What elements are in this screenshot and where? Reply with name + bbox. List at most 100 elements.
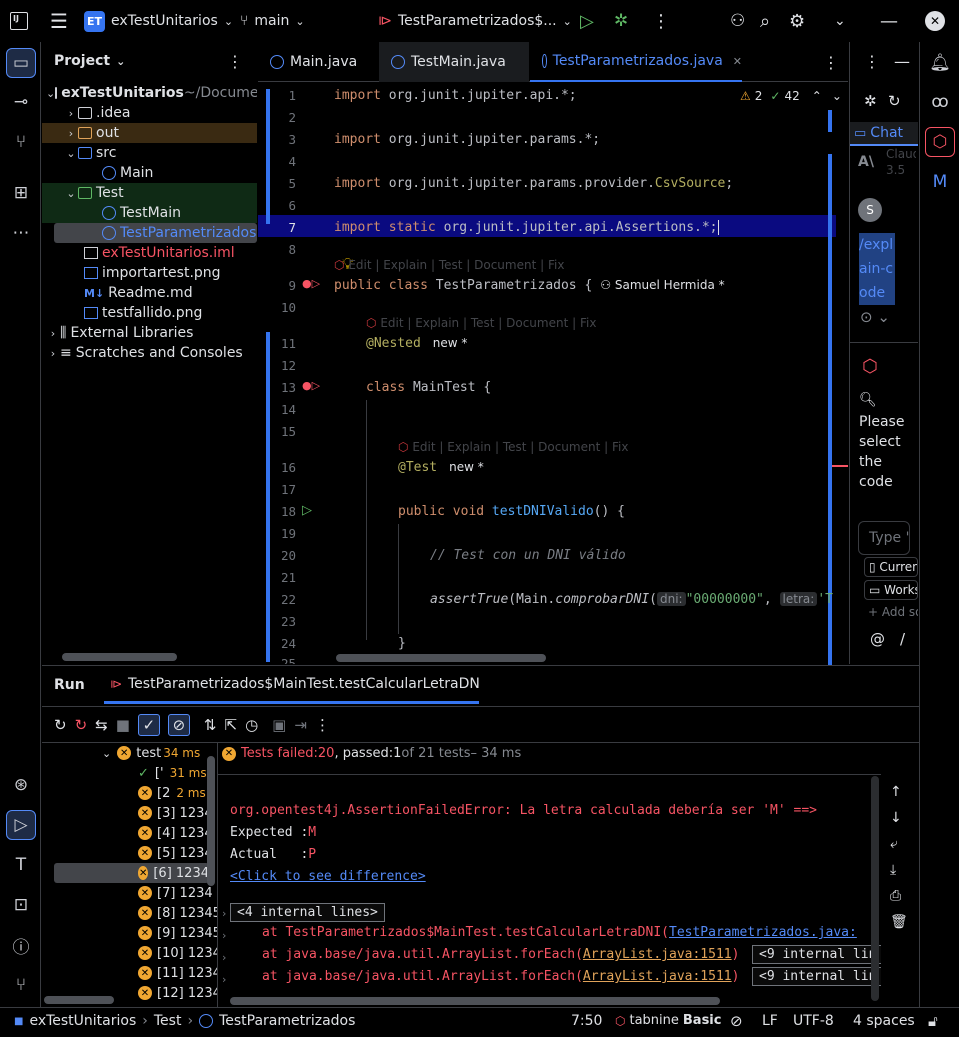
pull-requests-icon[interactable]: ⑂ [6, 127, 36, 157]
test-node[interactable]: ✓ [' 31 ms [138, 763, 207, 783]
trash-icon[interactable]: 🗑︎ [890, 914, 908, 930]
chat-input[interactable]: Type '/' [858, 521, 910, 555]
test-node[interactable]: ✕ [12] 1234 [138, 983, 217, 1003]
scroll-to-end-icon[interactable]: ⤓ [890, 862, 896, 878]
tree-item-readme[interactable]: M↓ Readme.md [42, 283, 257, 303]
bug-icon[interactable]: ✲ [864, 92, 877, 110]
horizontal-scrollbar[interactable] [44, 996, 114, 1004]
branch-selector[interactable]: ⑂ main ⌄ [240, 0, 305, 42]
test-node[interactable]: ✕ [3] 1234 [138, 803, 213, 823]
tree-item-importartest[interactable]: importartest.png [42, 263, 257, 283]
internal-lines-fold[interactable]: <9 internal lin [752, 967, 881, 986]
sort-icon[interactable]: ⇅ [204, 716, 217, 734]
print-icon[interactable]: ⎙ [890, 888, 901, 904]
main-menu-icon[interactable]: ☰ [50, 0, 68, 42]
arrow-up-icon[interactable]: ↑ [890, 784, 902, 800]
mention-button[interactable]: @ [870, 630, 885, 648]
breadcrumb-folder[interactable]: Test [154, 1013, 182, 1029]
rerun-icon[interactable]: ↻ [54, 716, 67, 734]
indent-setting[interactable]: 4 spaces [853, 1013, 915, 1029]
tree-item-testfallido[interactable]: testfallido.png [42, 303, 257, 323]
vertical-scrollbar[interactable] [207, 756, 215, 886]
project-selector[interactable]: ET exTestUnitarios ⌄ [84, 0, 233, 42]
more-tools-icon[interactable]: ⋯ [6, 218, 36, 248]
project-panel-title[interactable]: Project ⌄ [54, 53, 125, 69]
project-tool-icon[interactable]: ▭ [6, 48, 36, 78]
structure-icon[interactable]: ⊞ [6, 178, 36, 208]
history-icon[interactable]: ◷ [245, 716, 258, 734]
tab-chat[interactable]: ▭ Chat [850, 122, 918, 146]
chevron-down-icon[interactable]: ⌄ [834, 0, 846, 42]
tree-item-iml[interactable]: exTestUnitarios.iml [42, 243, 257, 263]
tree-item-test[interactable]: ⌄ Test [42, 183, 257, 203]
more-options-icon[interactable]: ⋮ [315, 716, 330, 734]
code-lens[interactable]: ⬡ Edit | Explain | Test | Document | Fix [398, 440, 628, 454]
build-icon[interactable]: T [6, 850, 36, 880]
add-context-button[interactable]: + Add so [868, 605, 918, 619]
test-node[interactable]: ✕ [9] 12345 [138, 923, 217, 943]
camera-icon[interactable]: ▣ [272, 716, 286, 734]
tree-item-external-libraries[interactable]: › ⫼ External Libraries [42, 323, 257, 343]
stop-icon[interactable]: ■ [116, 716, 130, 734]
inspections-widget[interactable]: ⚠ 2 ✓ 42 ⌃ ⌄ [740, 89, 842, 103]
unlock-icon[interactable]: 🔓︎ [928, 1012, 938, 1030]
see-difference-link[interactable]: <Click to see difference> [230, 869, 426, 884]
more-actions-icon[interactable]: ⋮ [652, 0, 670, 42]
chevron-right-icon[interactable]: › [222, 973, 226, 986]
horizontal-scrollbar[interactable] [336, 654, 546, 662]
add-user-icon[interactable]: ⚇ [730, 0, 745, 42]
run-test-failed-icon[interactable]: ●▷ [302, 277, 320, 290]
run-tool-icon[interactable]: ▷ [6, 810, 36, 840]
tree-item-scratches[interactable]: › ≡ Scratches and Consoles [42, 343, 257, 363]
more-options-icon[interactable]: ⋮ [227, 52, 243, 71]
chevron-up-icon[interactable]: ⌃ [812, 89, 822, 103]
vertical-scrollbar[interactable] [871, 776, 879, 1001]
rerun-failed-icon[interactable]: ↻ [75, 716, 88, 734]
run-config-selector[interactable]: ⧐ TestParametrizados$... ⌄ [378, 0, 572, 42]
horizontal-scrollbar[interactable] [62, 653, 177, 661]
code-lens[interactable]: ⬡ Edit | Explain | Test | Document | Fix [334, 258, 564, 272]
breadcrumb-file[interactable]: TestParametrizados [219, 1013, 355, 1029]
show-ignored-icon[interactable]: ⊘ [167, 714, 190, 736]
minimize-icon[interactable]: — [894, 52, 910, 71]
minimize-icon[interactable]: — [880, 0, 898, 42]
tree-item-out[interactable]: › out [42, 123, 257, 143]
tree-item-idea[interactable]: › .idea [42, 103, 257, 123]
run-test-failed-icon[interactable]: ●▷ [302, 379, 320, 392]
tab-run-config[interactable]: ⧐ TestParametrizados$MainTest.testCalcul… [104, 666, 479, 704]
test-node[interactable]: ✕ [4] 1234 [138, 823, 213, 843]
problems-icon[interactable]: ⓘ [6, 930, 36, 960]
collapse-icon[interactable]: ⇱ [225, 716, 238, 734]
test-node[interactable]: ✕ [2 2 ms [138, 783, 206, 803]
no-ai-icon[interactable]: ⊘ [730, 1012, 743, 1030]
test-node-suite[interactable]: ⌄ ✕ test 34 ms [102, 743, 200, 763]
code-lens[interactable]: ⬡ Edit | Explain | Test | Document | Fix [366, 316, 596, 330]
stack-frame-link[interactable]: ArrayList.java:1511 [583, 969, 732, 984]
commit-tool-icon[interactable]: ⊸ [6, 87, 36, 117]
tabnine-icon[interactable]: ⬡ [925, 127, 955, 157]
ai-assistant-icon[interactable]: ꝏ [925, 87, 955, 117]
test-node-selected[interactable]: ✕ [6] 1234 [54, 863, 209, 883]
tree-item-testparametrizados[interactable]: TestParametrizados [54, 223, 257, 243]
breadcrumb-project[interactable]: exTestUnitarios [29, 1013, 136, 1029]
internal-lines-fold[interactable]: <4 internal lines> [230, 903, 385, 922]
context-chip-current[interactable]: ▯ Current [864, 557, 918, 577]
chevron-right-icon[interactable]: › [222, 951, 226, 964]
app-logo-icon[interactable]: IJ [10, 0, 28, 42]
tab-testparametrizados-java[interactable]: TestParametrizados.java ✕ [530, 42, 742, 82]
gear-icon[interactable]: ⚙ [789, 0, 805, 42]
caret-position[interactable]: 7:50 [571, 1013, 602, 1029]
test-node[interactable]: ✕ [10] 1234 [138, 943, 217, 963]
stack-frame-link[interactable]: TestParametrizados.java: [669, 925, 857, 940]
tree-item-project-root[interactable]: ⌄ exTestUnitarios ~/Documen [42, 83, 257, 103]
close-icon[interactable]: ✕ [925, 0, 945, 42]
tree-item-testmain[interactable]: TestMain [42, 203, 257, 223]
tab-testmain-java[interactable]: TestMain.java [379, 42, 529, 82]
chevron-right-icon[interactable]: › [222, 929, 226, 942]
line-separator[interactable]: LF [762, 1013, 778, 1029]
run-test-icon[interactable]: ▷ [302, 503, 312, 518]
context-chip-workspace[interactable]: ▭ Works [864, 580, 918, 600]
soft-wrap-icon[interactable]: ⤶ [890, 836, 898, 852]
more-options-icon[interactable]: ⋮ [864, 52, 880, 71]
git-icon[interactable]: ⑂ [6, 970, 36, 1000]
